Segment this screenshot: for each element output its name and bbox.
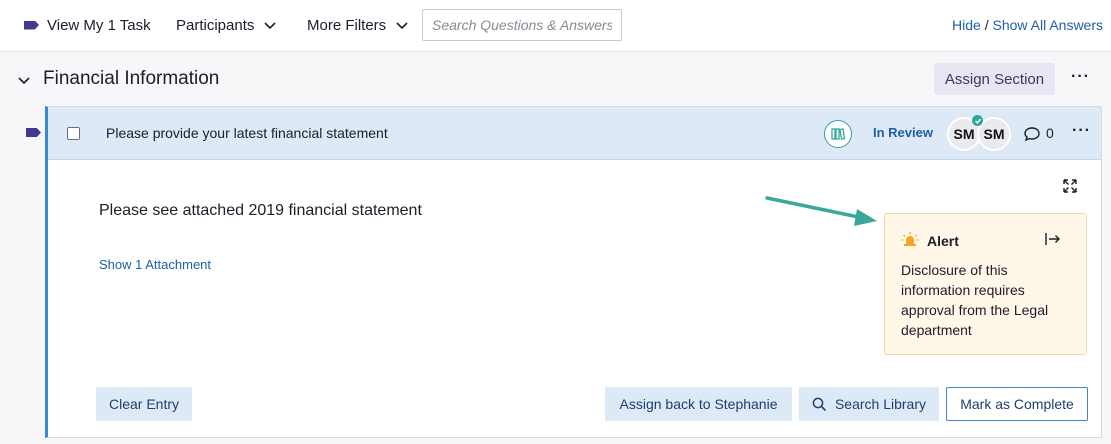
hide-link[interactable]: Hide bbox=[952, 17, 981, 33]
expand-icon[interactable] bbox=[1063, 179, 1077, 193]
assign-section-button[interactable]: Assign Section bbox=[934, 63, 1055, 95]
alert-message: Disclosure of this information requires … bbox=[901, 262, 1049, 338]
exit-icon[interactable] bbox=[1045, 232, 1061, 246]
show-all-answers-link[interactable]: Show All Answers bbox=[993, 17, 1104, 33]
view-my-tasks-label: View My 1 Task bbox=[47, 16, 151, 34]
mark-complete-button[interactable]: Mark as Complete bbox=[946, 387, 1088, 421]
search-icon bbox=[812, 397, 827, 411]
clear-entry-button[interactable]: Clear Entry bbox=[96, 387, 192, 421]
collapse-section-icon[interactable] bbox=[16, 72, 32, 88]
arrow-icon bbox=[765, 196, 877, 226]
view-my-tasks-button[interactable]: View My 1 Task bbox=[24, 0, 151, 50]
status-badge[interactable]: In Review bbox=[873, 125, 933, 140]
tag-icon bbox=[24, 20, 39, 30]
tag-icon bbox=[26, 128, 41, 137]
comment-icon[interactable] bbox=[1023, 125, 1041, 143]
chevron-down-icon bbox=[396, 22, 408, 30]
section-title: Financial Information bbox=[43, 68, 220, 89]
filter-bar: View My 1 Task Participants More Filters… bbox=[0, 0, 1111, 52]
search-library-label: Search Library bbox=[834, 396, 927, 412]
question-checkbox[interactable] bbox=[67, 127, 80, 140]
chevron-down-icon bbox=[264, 22, 276, 30]
question-header: Please provide your latest financial sta… bbox=[48, 107, 1101, 160]
separator: / bbox=[984, 17, 989, 33]
answer-text[interactable]: Please see attached 2019 financial state… bbox=[99, 202, 422, 220]
section-more-button[interactable]: ··· bbox=[1071, 68, 1090, 86]
hide-show-answers: Hide / Show All Answers bbox=[952, 17, 1103, 33]
library-icon[interactable] bbox=[824, 120, 852, 148]
participants-dropdown[interactable]: Participants bbox=[176, 0, 277, 50]
more-filters-dropdown[interactable]: More Filters bbox=[307, 0, 409, 50]
question-text: Please provide your latest financial sta… bbox=[106, 125, 388, 141]
assign-back-button[interactable]: Assign back to Stephanie bbox=[605, 387, 792, 421]
participants-label: Participants bbox=[176, 16, 255, 34]
show-attachment-link[interactable]: Show 1 Attachment bbox=[99, 257, 211, 272]
alert-panel: Alert Disclosure of this information req… bbox=[884, 213, 1087, 355]
more-filters-label: More Filters bbox=[307, 16, 387, 34]
alert-title: Alert bbox=[927, 233, 959, 249]
question-more-button[interactable]: ··· bbox=[1072, 122, 1091, 140]
siren-icon bbox=[901, 232, 919, 246]
comment-count: 0 bbox=[1046, 125, 1054, 141]
question-card: Please provide your latest financial sta… bbox=[45, 106, 1102, 438]
search-input[interactable] bbox=[422, 9, 622, 41]
search-library-button[interactable]: Search Library bbox=[799, 387, 939, 421]
check-icon bbox=[972, 115, 983, 126]
